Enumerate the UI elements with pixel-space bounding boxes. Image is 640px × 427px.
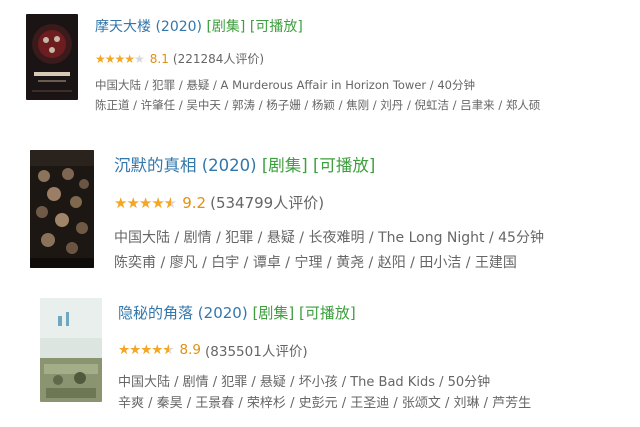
cast-list: 陈奕甫 / 廖凡 / 白宇 / 谭卓 / 宁理 / 黄尧 / 赵阳 / 田小洁 … — [114, 255, 517, 271]
rating-count: (835501人评价) — [205, 344, 308, 360]
rating-count: (221284人评价) — [172, 52, 265, 66]
year-text: (2020) — [197, 304, 248, 322]
year-text: (2020) — [201, 156, 257, 175]
meta-info: 中国大陆 / 剧情 / 犯罪 / 悬疑 / 长夜难明 / The Long Ni… — [114, 230, 544, 246]
rating-row: ★★★★★ 8.1 (221284人评价) — [95, 50, 264, 67]
rating-stars-icon: ★★★★★ ★ — [114, 193, 177, 212]
meta-info: 中国大陆 / 剧情 / 犯罪 / 悬疑 / 坏小孩 / The Bad Kids… — [118, 375, 491, 390]
rating-stars-icon: ★★★★★ ★ — [118, 342, 175, 358]
poster-image-moutianlou[interactable] — [26, 14, 78, 100]
rating-row: ★★★★★ ★ 9.2 (534799人评价) — [114, 192, 324, 213]
title-link[interactable]: 摩天大楼 — [95, 19, 151, 35]
title-row: 隐秘的角落 (2020) [剧集] [可播放] — [118, 302, 356, 323]
title-row: 摩天大楼 (2020) [剧集] [可播放] — [95, 16, 303, 36]
tag-series[interactable]: [剧集] — [206, 19, 245, 35]
meta-info: 中国大陆 / 犯罪 / 悬疑 / A Murderous Affair in H… — [95, 78, 475, 92]
poster-image-yinmidejiaoluo[interactable] — [40, 298, 102, 402]
result-item-moutianlou: 摩天大楼 (2020) [剧集] [可播放] ★★★★★ 8.1 (221284… — [0, 0, 640, 120]
tag-series[interactable]: [剧集] — [262, 156, 308, 175]
rating-score: 9.2 — [182, 193, 207, 212]
year-text: (2020) — [155, 19, 203, 35]
result-item-yinmidejiaoluo: 隐秘的角落 (2020) [剧集] [可播放] ★★★★★ ★ 8.9 (8355… — [0, 290, 640, 427]
tag-series[interactable]: [剧集] — [252, 304, 294, 322]
result-item-chenmodezhenxiang: 沉默的真相 (2020) [剧集] [可播放] ★★★★★ ★ 9.2 (5347… — [0, 130, 640, 290]
title-link[interactable]: 沉默的真相 — [114, 156, 197, 175]
poster-image-chenmodezhenxiang[interactable] — [30, 150, 94, 268]
title-link[interactable]: 隐秘的角落 — [118, 304, 193, 322]
cast-list: 辛爽 / 秦昊 / 王景春 / 荣梓杉 / 史彭元 / 王圣迪 / 张颂文 / … — [118, 396, 532, 411]
tag-playable[interactable]: [可播放] — [299, 304, 356, 322]
rating-stars-icon: ★★★★★ — [95, 51, 145, 66]
title-row: 沉默的真相 (2020) [剧集] [可播放] — [114, 152, 375, 176]
rating-score: 8.1 — [149, 51, 169, 66]
rating-row: ★★★★★ ★ 8.9 (835501人评价) — [118, 340, 308, 360]
rating-score: 8.9 — [179, 342, 202, 358]
rating-count: (534799人评价) — [210, 194, 325, 212]
tag-playable[interactable]: [可播放] — [313, 156, 375, 175]
tag-playable[interactable]: [可播放] — [250, 19, 303, 35]
cast-list: 陈正道 / 许肇任 / 吴中天 / 郭涛 / 杨子姗 / 杨颖 / 焦刚 / 刘… — [95, 98, 541, 112]
